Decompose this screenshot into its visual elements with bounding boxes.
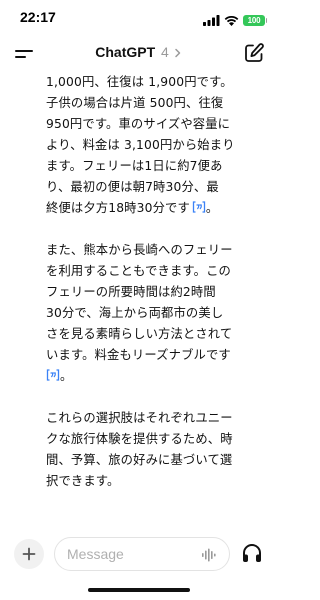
assistant-message: 1,000円、往復は 1,900円です。 子供の場合は片道 500円、往復 95…	[46, 72, 268, 513]
message-input[interactable]	[67, 538, 197, 570]
message-line: 択できます。	[46, 474, 120, 488]
status-time: 22:17	[20, 9, 56, 25]
message-line: を利用することもできます。この	[46, 264, 231, 278]
message-line: 1,000円、往復は 1,900円です。	[46, 75, 233, 89]
nav-bar: ChatGPT 4	[0, 38, 277, 70]
message-line: 終便は夕方18時30分です	[46, 201, 190, 215]
message-line: より、料金は 3,100円から始まり	[46, 138, 235, 152]
period: 。	[205, 201, 219, 215]
input-bar	[0, 535, 277, 575]
app-title: ChatGPT	[95, 44, 156, 60]
plus-icon[interactable]	[14, 539, 44, 569]
voice-waveform-icon[interactable]	[201, 547, 217, 562]
message-line: フェリーの所要時間は約2時間	[46, 285, 216, 299]
message-field[interactable]	[54, 537, 230, 571]
message-line: ます。フェリーは1日に約7便あ	[46, 159, 223, 173]
headphones-icon[interactable]	[240, 541, 264, 565]
message-line: います。料金もリーズナブルです	[46, 348, 231, 362]
message-line: り、最初の便は朝7時30分、最	[46, 180, 219, 194]
citation-icon[interactable]	[46, 367, 60, 388]
message-line: 子供の場合は片道 500円、往復	[46, 96, 224, 110]
cellular-signal-icon	[203, 11, 220, 30]
message-line: さを見る素晴らしい方法とされて	[46, 327, 233, 341]
home-indicator[interactable]	[88, 588, 190, 592]
message-line: 間、予算、旅の好みに基づいて選	[46, 453, 233, 467]
message-line: これらの選択肢はそれぞれユニー	[46, 411, 233, 425]
message-paragraph: また、熊本から長崎へのフェリー を利用することもできます。この フェリーの所要時…	[46, 240, 268, 387]
status-icons: 100	[203, 11, 267, 30]
message-line: クな旅行体験を提供するため、時	[46, 432, 233, 446]
message-line: また、熊本から長崎へのフェリー	[46, 243, 233, 257]
period: 。	[60, 369, 73, 383]
message-paragraph: これらの選択肢はそれぞれユニー クな旅行体験を提供するため、時 間、予算、旅の好…	[46, 408, 268, 492]
model-version: 4	[161, 44, 169, 60]
message-line: 950円です。車のサイズや容量に	[46, 117, 231, 131]
battery-level: 100	[247, 16, 261, 25]
message-line-with-citation: 終便は夕方18時30分です 。	[46, 198, 268, 219]
wifi-icon	[224, 11, 239, 30]
compose-edit-icon[interactable]	[243, 42, 265, 64]
status-bar: 22:17 100	[0, 0, 277, 36]
model-selector[interactable]: ChatGPT 4	[0, 44, 277, 61]
citation-icon[interactable]	[192, 199, 206, 220]
message-line: 30分で、海上から両都市の美し	[46, 306, 224, 320]
message-line-with-citation: 。	[46, 366, 268, 387]
battery-icon: 100	[243, 15, 267, 26]
chevron-right-icon	[174, 45, 182, 61]
message-paragraph: 1,000円、往復は 1,900円です。 子供の場合は片道 500円、往復 95…	[46, 72, 268, 219]
